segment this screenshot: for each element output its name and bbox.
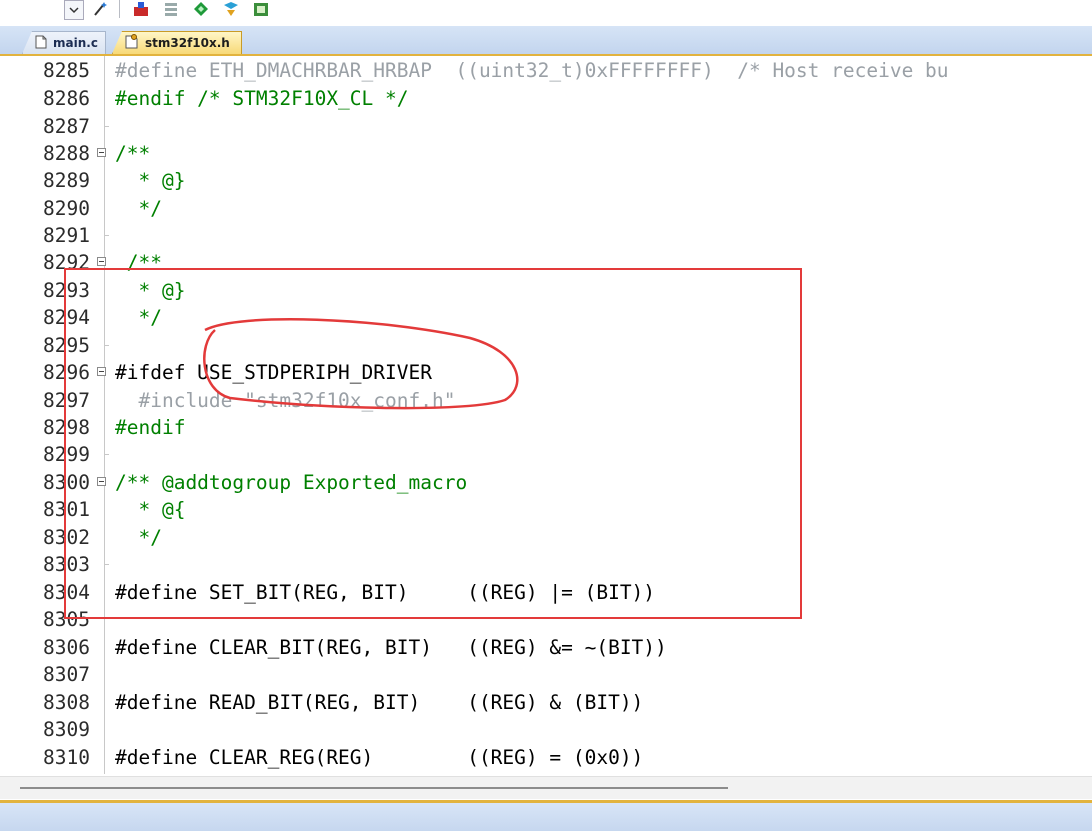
line-text: /** (115, 142, 151, 165)
code-editor[interactable]: 8285 #define ETH_DMACHRBAR_HRBAP ((uint3… (0, 56, 1092, 774)
line-number: 8299 (43, 443, 90, 466)
code-line: 8297 #include "stm32f10x_conf.h" (0, 387, 1092, 414)
file-icon (35, 35, 47, 52)
code-line: 8310 #define CLEAR_REG(REG) ((REG) = (0x… (0, 744, 1092, 771)
line-number: 8293 (43, 279, 90, 302)
line-number: 8308 (43, 691, 90, 714)
diamond-icon[interactable] (190, 0, 212, 18)
line-number: 8297 (43, 389, 90, 412)
line-number: 8286 (43, 87, 90, 110)
line-text: */ (115, 526, 162, 549)
tab-main-c[interactable]: main.c (22, 31, 106, 54)
line-text: /** @addtogroup Exported_macro (115, 471, 468, 494)
line-number: 8305 (43, 608, 90, 631)
code-line: 8290 */ (0, 195, 1092, 222)
chevron-down-icon[interactable] (64, 0, 84, 20)
line-text: #define CLEAR_BIT(REG, BIT) ((REG) &= ~(… (115, 636, 667, 659)
line-number: 8296 (43, 361, 90, 384)
code-line: 8301 * @{ (0, 496, 1092, 523)
line-text: #define READ_BIT(REG, BIT) ((REG) & (BIT… (115, 691, 644, 714)
code-line: 8285 #define ETH_DMACHRBAR_HRBAP ((uint3… (0, 57, 1092, 84)
code-line: 8292 /** (0, 249, 1092, 276)
tab-label: stm32f10x.h (145, 36, 230, 50)
code-line: 8305 (0, 606, 1092, 633)
code-line: 8289 * @} (0, 167, 1092, 194)
code-line: 8288 /** (0, 140, 1092, 167)
code-line: 8287 (0, 113, 1092, 140)
line-number: 8309 (43, 718, 90, 741)
code-line: 8299 (0, 441, 1092, 468)
code-line: 8308 #define READ_BIT(REG, BIT) ((REG) &… (0, 689, 1092, 716)
line-number: 8298 (43, 416, 90, 439)
line-number: 8291 (43, 224, 90, 247)
code-line: 8298 #endif (0, 414, 1092, 441)
line-number: 8290 (43, 197, 90, 220)
line-text: */ (115, 306, 162, 329)
line-number: 8289 (43, 169, 90, 192)
line-text: #endif (115, 416, 186, 439)
load-icon[interactable] (130, 0, 152, 18)
line-number: 8303 (43, 553, 90, 576)
line-number: 8295 (43, 334, 90, 357)
line-number: 8306 (43, 636, 90, 659)
debug-icon[interactable] (220, 0, 242, 18)
line-number: 8310 (43, 746, 90, 769)
editor-tab-bar: main.c stm32f10x.h (0, 26, 1092, 56)
status-bar (0, 803, 1092, 831)
line-number: 8300 (43, 471, 90, 494)
line-number: 8285 (43, 59, 90, 82)
code-line: 8286 #endif /* STM32F10X_CL */ (0, 85, 1092, 112)
chip-icon[interactable] (250, 0, 272, 18)
code-line: 8304 #define SET_BIT(REG, BIT) ((REG) |=… (0, 579, 1092, 606)
line-text: #ifdef USE_STDPERIPH_DRIVER (115, 361, 432, 384)
code-line: 8294 */ (0, 304, 1092, 331)
line-number: 8287 (43, 115, 90, 138)
line-number: 8292 (43, 251, 90, 274)
code-line: 8309 (0, 716, 1092, 743)
magic-wand-icon[interactable] (90, 0, 112, 18)
toolbar (0, 0, 1092, 26)
line-text: #endif /* STM32F10X_CL */ (115, 87, 409, 110)
fold-toggle[interactable] (97, 367, 106, 376)
fold-toggle[interactable] (97, 477, 106, 486)
line-text: #define SET_BIT(REG, BIT) ((REG) |= (BIT… (115, 581, 656, 604)
code-line: 8307 (0, 661, 1092, 688)
code-line: 8302 */ (0, 524, 1092, 551)
line-number: 8304 (43, 581, 90, 604)
fold-toggle[interactable] (97, 257, 106, 266)
horizontal-scrollbar[interactable] (0, 776, 1092, 799)
line-text: * @} (115, 279, 186, 302)
tab-stm32f10x-h[interactable]: stm32f10x.h (112, 31, 242, 54)
code-line: 8291 (0, 222, 1092, 249)
line-text: * @{ (115, 498, 186, 521)
line-text: #define CLEAR_REG(REG) ((REG) = (0x0)) (115, 746, 644, 769)
code-line: 8295 (0, 332, 1092, 359)
layers-icon[interactable] (160, 0, 182, 18)
line-number: 8301 (43, 498, 90, 521)
code-line: 8296 #ifdef USE_STDPERIPH_DRIVER (0, 359, 1092, 386)
code-line: 8293 * @} (0, 277, 1092, 304)
line-number: 8302 (43, 526, 90, 549)
fold-toggle[interactable] (97, 148, 106, 157)
header-file-icon (125, 34, 139, 52)
line-number: 8294 (43, 306, 90, 329)
line-text: */ (115, 197, 162, 220)
line-text: * @} (115, 169, 186, 192)
tab-label: main.c (53, 36, 98, 50)
code-line: 8306 #define CLEAR_BIT(REG, BIT) ((REG) … (0, 634, 1092, 661)
line-number: 8307 (43, 663, 90, 686)
code-line: 8303 (0, 551, 1092, 578)
line-text: #include "stm32f10x_conf.h" (115, 389, 456, 412)
line-number: 8288 (43, 142, 90, 165)
line-text: #define ETH_DMACHRBAR_HRBAP ((uint32_t)0… (115, 59, 949, 82)
line-text: /** (115, 251, 162, 274)
scrollbar-thumb[interactable] (20, 787, 728, 789)
code-line: 8300 /** @addtogroup Exported_macro (0, 469, 1092, 496)
